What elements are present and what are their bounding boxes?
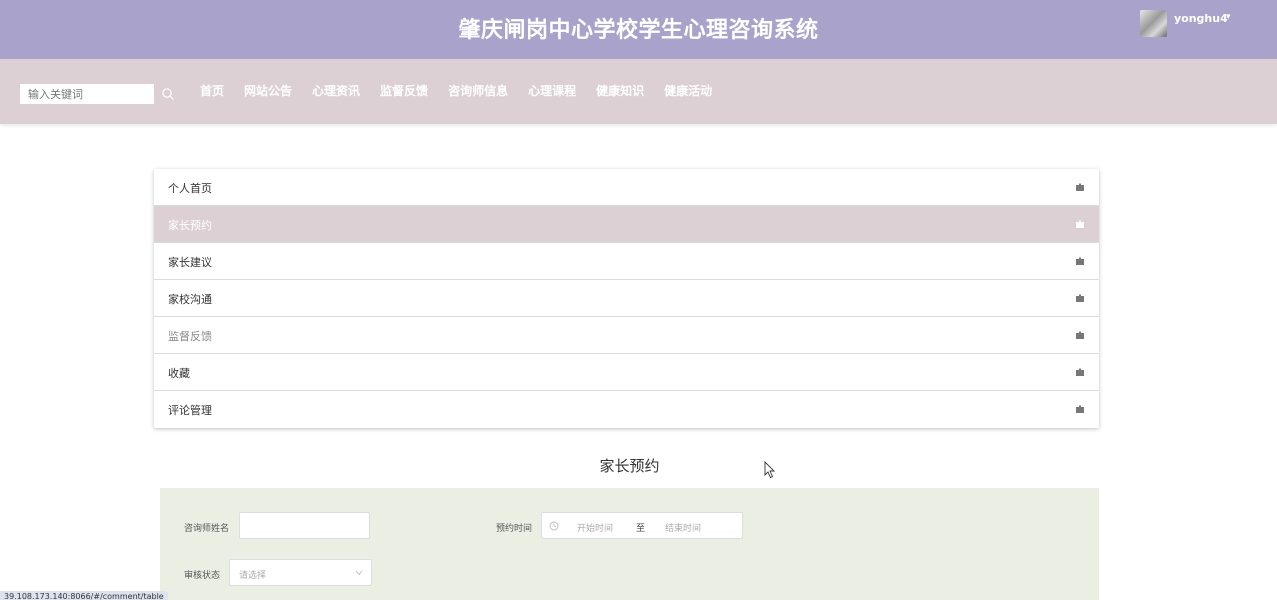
nav-item-psych-news[interactable]: 心理资讯 bbox=[312, 84, 360, 98]
chevron-down-icon[interactable]: ▾ bbox=[1226, 12, 1231, 22]
menu-item-parent-suggestion[interactable]: 家长建议 bbox=[154, 243, 1099, 280]
filter-panel: 咨询师姓名 预约时间 开始时间 至 结束时间 审核状态 请选择 bbox=[160, 488, 1099, 600]
top-header: 肇庆闸岗中心学校学生心理咨询系统 yonghu4 ▾ bbox=[0, 0, 1277, 59]
menu-item-home-school-communication[interactable]: 家校沟通 bbox=[154, 280, 1099, 317]
folder-icon bbox=[1076, 331, 1084, 339]
search-icon[interactable] bbox=[161, 87, 175, 101]
menu-item-label: 家校沟通 bbox=[168, 293, 212, 306]
menu-item-label: 评论管理 bbox=[168, 404, 212, 417]
personal-center-menu: 个人首页 家长预约 家长建议 家校沟通 监督反馈 收藏 评论管理 bbox=[154, 169, 1099, 428]
review-status-select[interactable]: 请选择 bbox=[229, 559, 372, 586]
end-time-placeholder[interactable]: 结束时间 bbox=[665, 521, 701, 534]
menu-item-label: 个人首页 bbox=[168, 182, 212, 195]
menu-item-label: 家长建议 bbox=[168, 256, 212, 269]
start-time-placeholder[interactable]: 开始时间 bbox=[577, 521, 613, 534]
counselor-name-label: 咨询师姓名 bbox=[184, 524, 230, 534]
nav-menu: 首页 网站公告 心理资讯 监督反馈 咨询师信息 心理课程 健康知识 健康活动 bbox=[200, 84, 732, 98]
nav-item-home[interactable]: 首页 bbox=[200, 84, 224, 98]
nav-item-health-activities[interactable]: 健康活动 bbox=[664, 84, 712, 98]
menu-item-parent-appointment[interactable]: 家长预约 bbox=[154, 206, 1099, 243]
nav-item-health-knowledge[interactable]: 健康知识 bbox=[596, 84, 644, 98]
nav-item-counselors[interactable]: 咨询师信息 bbox=[448, 84, 508, 98]
username[interactable]: yonghu4 bbox=[1174, 12, 1228, 25]
clock-icon bbox=[549, 521, 559, 531]
folder-icon bbox=[1076, 257, 1084, 265]
nav-item-feedback[interactable]: 监督反馈 bbox=[380, 84, 428, 98]
avatar[interactable] bbox=[1140, 10, 1167, 37]
folder-icon bbox=[1076, 220, 1084, 228]
menu-item-label: 收藏 bbox=[168, 367, 190, 380]
menu-item-comment-management[interactable]: 评论管理 bbox=[154, 391, 1099, 427]
folder-icon bbox=[1076, 368, 1084, 376]
menu-item-label: 监督反馈 bbox=[168, 330, 212, 343]
chevron-down-icon bbox=[355, 570, 363, 576]
select-placeholder: 请选择 bbox=[239, 571, 267, 581]
menu-item-supervision-feedback[interactable]: 监督反馈 bbox=[154, 317, 1099, 354]
nav-item-announcements[interactable]: 网站公告 bbox=[244, 84, 292, 98]
mouse-cursor-icon bbox=[764, 461, 776, 479]
menu-item-personal-home[interactable]: 个人首页 bbox=[154, 169, 1099, 206]
menu-item-label: 家长预约 bbox=[168, 219, 212, 232]
folder-icon bbox=[1076, 405, 1084, 413]
range-separator: 至 bbox=[636, 524, 646, 534]
status-bar-url: 39.108.173.140:8066/#/comment/table bbox=[0, 591, 168, 600]
appointment-time-label: 预约时间 bbox=[496, 524, 533, 534]
nav-item-courses[interactable]: 心理课程 bbox=[528, 84, 576, 98]
folder-icon bbox=[1076, 183, 1084, 191]
nav-bar: 首页 网站公告 心理资讯 监督反馈 咨询师信息 心理课程 健康知识 健康活动 bbox=[0, 59, 1277, 124]
section-title: 家长预约 bbox=[599, 457, 660, 475]
menu-item-favorites[interactable]: 收藏 bbox=[154, 354, 1099, 391]
counselor-name-input[interactable] bbox=[239, 512, 370, 539]
date-range-picker[interactable]: 开始时间 至 结束时间 bbox=[541, 512, 743, 539]
folder-icon bbox=[1076, 294, 1084, 302]
search-input[interactable] bbox=[20, 84, 154, 104]
review-status-label: 审核状态 bbox=[184, 571, 221, 581]
site-title: 肇庆闸岗中心学校学生心理咨询系统 bbox=[458, 18, 819, 43]
